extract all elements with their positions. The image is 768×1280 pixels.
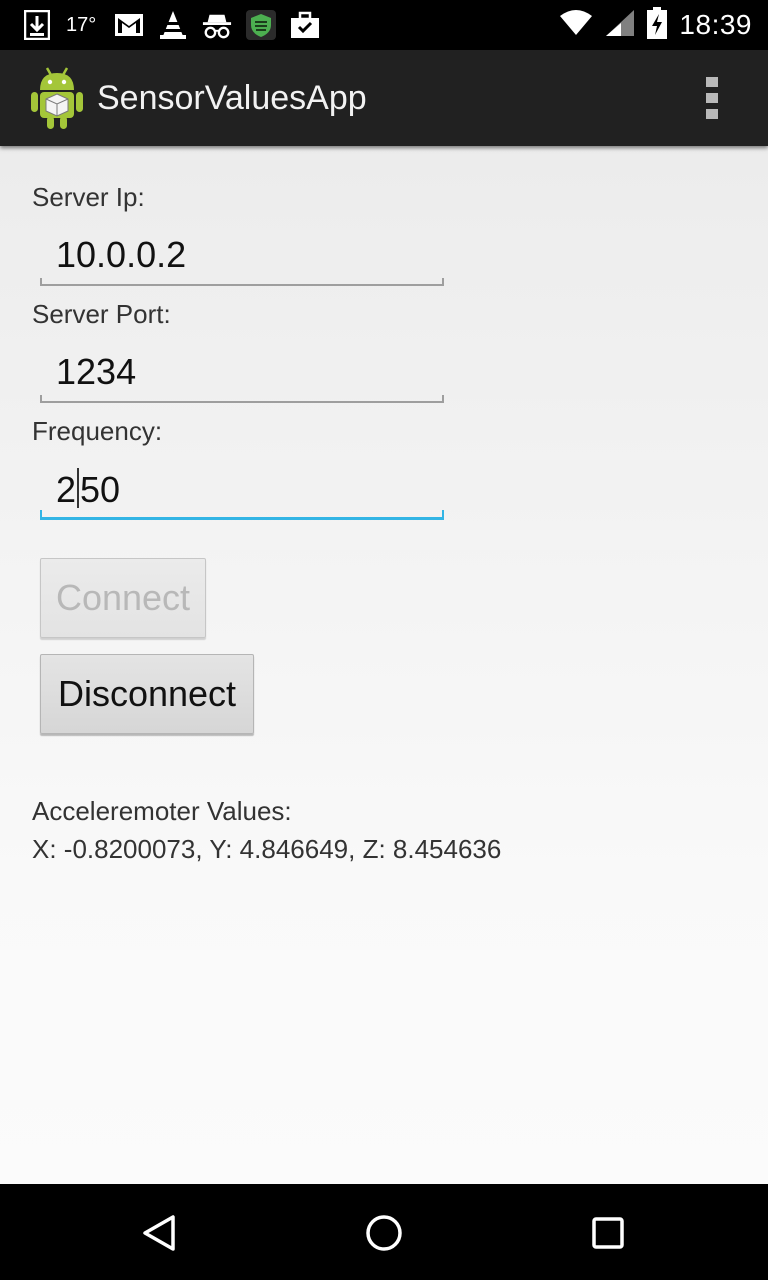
- home-icon[interactable]: [359, 1208, 409, 1258]
- signal-icon: [605, 9, 635, 42]
- server-port-value: 1234: [56, 351, 137, 392]
- android-robot-icon[interactable]: [28, 66, 86, 130]
- server-port-input[interactable]: 1234: [40, 343, 444, 403]
- status-bar-notifications: 17°: [22, 8, 320, 42]
- download-icon: [22, 10, 52, 40]
- action-bar: SensorValuesApp: [0, 50, 768, 146]
- navigation-bar: [0, 1184, 768, 1280]
- main-content: Server Ip: 10.0.0.2 Server Port: 1234 Fr…: [0, 146, 768, 1184]
- accelerometer-title: Acceleremoter Values:: [32, 796, 292, 826]
- server-ip-label: Server Ip:: [32, 182, 145, 212]
- incognito-icon: [202, 10, 232, 40]
- server-port-label: Server Port:: [32, 299, 171, 329]
- frequency-input[interactable]: 2 50: [40, 460, 444, 520]
- status-bar-system: 18:39: [559, 6, 752, 44]
- clock: 18:39: [679, 9, 752, 40]
- battery-charging-icon: [647, 6, 668, 44]
- server-ip-input[interactable]: 10.0.0.2: [40, 226, 444, 286]
- shield-icon: [246, 10, 276, 40]
- temperature-text: 17°: [66, 13, 97, 36]
- frequency-value: 2 50: [56, 468, 121, 510]
- disconnect-button[interactable]: Disconnect: [40, 654, 254, 734]
- status-bar: 17° 18:39: [0, 0, 768, 50]
- vlc-cone-icon: [158, 10, 188, 40]
- back-icon[interactable]: [134, 1208, 184, 1258]
- app-title: SensorValuesApp: [97, 79, 367, 117]
- gmail-icon: [114, 10, 144, 40]
- briefcase-check-icon: [290, 10, 320, 40]
- server-ip-value: 10.0.0.2: [56, 234, 187, 275]
- connect-button[interactable]: Connect: [40, 558, 206, 638]
- overflow-menu-icon[interactable]: [698, 74, 726, 122]
- wifi-icon: [559, 9, 593, 41]
- recents-icon[interactable]: [583, 1208, 633, 1258]
- accelerometer-values: X: -0.8200073, Y: 4.846649, Z: 8.454636: [32, 834, 502, 864]
- frequency-label: Frequency:: [32, 416, 163, 446]
- text-cursor: [77, 468, 80, 508]
